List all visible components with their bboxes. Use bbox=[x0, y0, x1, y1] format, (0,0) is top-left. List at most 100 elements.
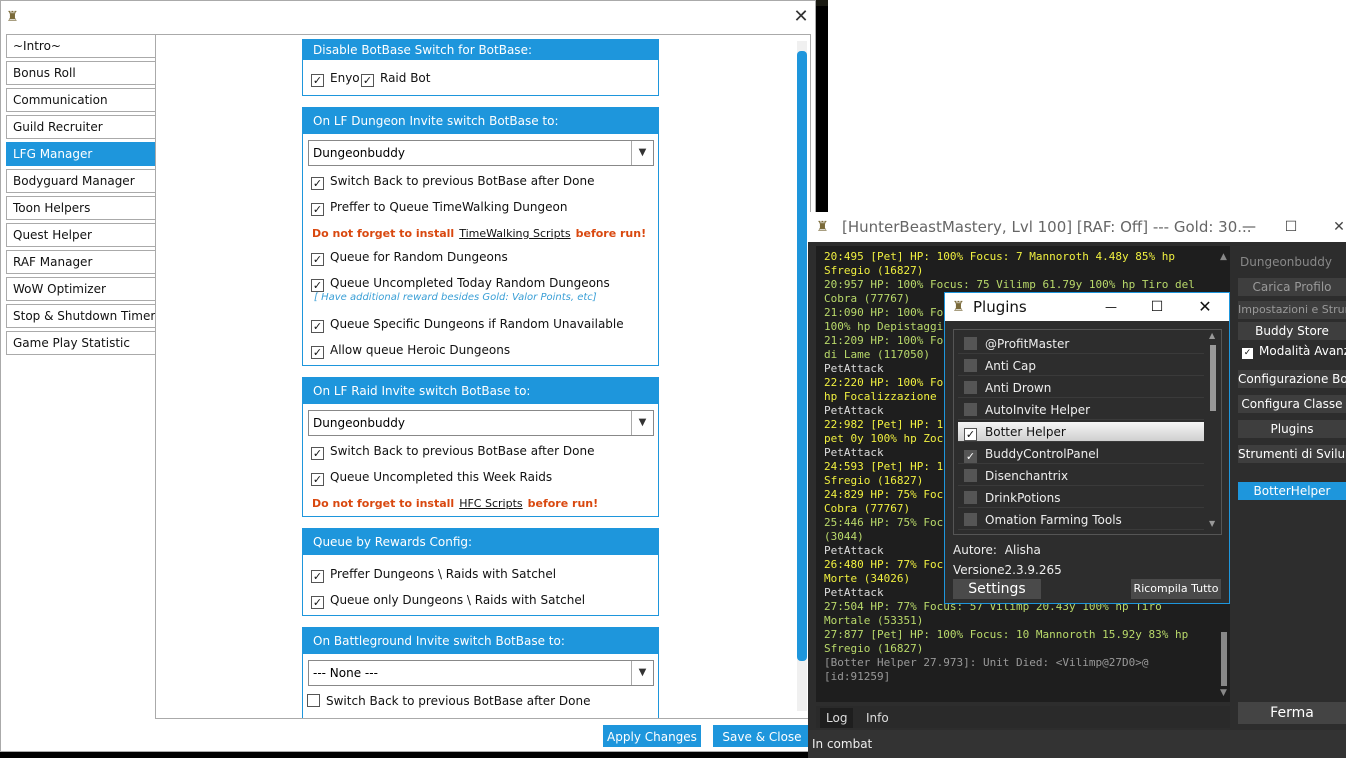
advanced-mode-toggle[interactable]: ✓ Modalità Avanzata bbox=[1242, 344, 1346, 359]
checkbox-switch-back-raid[interactable]: ✓ Switch Back to previous BotBase after D… bbox=[311, 442, 595, 460]
close-icon[interactable]: ✕ bbox=[1195, 293, 1215, 321]
checkbox-enyo[interactable]: ✓ Enyo bbox=[311, 69, 360, 87]
checkbox-unchecked-icon[interactable] bbox=[964, 513, 977, 526]
scroll-thumb[interactable] bbox=[797, 51, 807, 661]
maximize-icon[interactable]: ☐ bbox=[1147, 293, 1167, 321]
scroll-up-icon[interactable]: ▲ bbox=[1220, 252, 1227, 262]
checkbox-label: Enyo bbox=[330, 71, 360, 85]
save-close-button[interactable]: Save & Close bbox=[713, 725, 811, 747]
checkbox-checked-icon[interactable]: ✓ bbox=[964, 450, 977, 463]
botterhelper-button[interactable]: BotterHelper bbox=[1238, 482, 1346, 500]
close-icon[interactable]: ✕ bbox=[1324, 212, 1346, 242]
checkbox-queue-specific[interactable]: ✓ Queue Specific Dungeons if Random Unava… bbox=[311, 315, 624, 333]
checkbox-checked-icon[interactable]: ✓ bbox=[964, 428, 977, 441]
checkbox-raid-bot[interactable]: ✓ Raid Bot bbox=[361, 69, 430, 87]
botbase-select[interactable]: Dungeonbuddy bbox=[1238, 253, 1346, 271]
scroll-down-icon[interactable]: ▼ bbox=[1220, 688, 1227, 698]
buddy-store-button[interactable]: Buddy Store bbox=[1238, 322, 1346, 340]
dev-tools-button[interactable]: Strumenti di Sviluppo bbox=[1238, 445, 1346, 463]
status-text: In combat bbox=[812, 737, 873, 751]
sidebar-item-raf-manager[interactable]: RAF Manager bbox=[6, 250, 156, 274]
settings-button[interactable]: Settings bbox=[953, 579, 1041, 599]
scroll-up-icon[interactable]: ▲ bbox=[1209, 331, 1215, 340]
checkbox-only-satchel[interactable]: ✓ Queue only Dungeons \ Raids with Satche… bbox=[311, 591, 585, 609]
plugin-item[interactable]: Omation Farming Tools bbox=[958, 510, 1204, 530]
plugin-item[interactable]: Anti Drown bbox=[958, 378, 1204, 398]
sidebar-item-game-play-statistic[interactable]: Game Play Statistic bbox=[6, 331, 156, 355]
checkbox-checked-icon: ✓ bbox=[311, 447, 324, 460]
checkbox-label: Queue for Random Dungeons bbox=[330, 250, 508, 264]
settings-tools-button[interactable]: Impostazioni e Strumenti bbox=[1238, 301, 1346, 319]
checkbox-unchecked-icon[interactable] bbox=[964, 491, 977, 504]
checkbox-preffer-timewalking[interactable]: ✓ Preffer to Queue TimeWalking Dungeon bbox=[311, 198, 567, 216]
checkbox-label: Queue Uncompleted this Week Raids bbox=[330, 470, 553, 484]
dungeon-botbase-select[interactable]: Dungeonbuddy ▼ bbox=[308, 140, 654, 166]
load-profile-button[interactable]: Carica Profilo bbox=[1238, 278, 1346, 296]
sidebar-item-guild-recruiter[interactable]: Guild Recruiter bbox=[6, 115, 156, 139]
app-icon: ♜ bbox=[952, 299, 965, 315]
checkbox-unchecked-icon[interactable] bbox=[964, 403, 977, 416]
scroll-thumb[interactable] bbox=[1221, 632, 1227, 686]
scroll-thumb[interactable] bbox=[1210, 345, 1216, 411]
checkbox-switch-back-dungeon[interactable]: ✓ Switch Back to previous BotBase after D… bbox=[311, 172, 595, 190]
maximize-icon[interactable]: ☐ bbox=[1276, 212, 1306, 242]
plugin-author: Autore: Alisha bbox=[953, 543, 1041, 557]
sidebar-item-wow-optimizer[interactable]: WoW Optimizer bbox=[6, 277, 156, 301]
sidebar-item-stop-shutdown-timers[interactable]: Stop & Shutdown Timers bbox=[6, 304, 156, 328]
plugin-item[interactable]: ✓ Botter Helper bbox=[958, 422, 1204, 442]
plugin-item[interactable]: Anti Cap bbox=[958, 356, 1204, 376]
plugin-item[interactable]: @ProfitMaster bbox=[958, 334, 1204, 354]
hfc-scripts-link[interactable]: HFC Scripts bbox=[459, 497, 522, 510]
minimize-icon[interactable]: — bbox=[1234, 212, 1264, 242]
checkbox-unchecked-icon bbox=[307, 694, 320, 707]
checkbox-checked-icon: ✓ bbox=[311, 279, 324, 292]
sidebar-item-toon-helpers[interactable]: Toon Helpers bbox=[6, 196, 156, 220]
checkbox-unchecked-icon[interactable] bbox=[964, 469, 977, 482]
plugins-button[interactable]: Plugins bbox=[1238, 420, 1346, 438]
checkbox-queue-week-raids[interactable]: ✓ Queue Uncompleted this Week Raids bbox=[311, 468, 552, 486]
plugins-list-scrollbar[interactable]: ▲ ▼ bbox=[1209, 331, 1217, 531]
content-scrollbar[interactable] bbox=[797, 41, 807, 711]
checkbox-switch-back-bg[interactable]: Switch Back to previous BotBase after Do… bbox=[307, 692, 591, 710]
group-queue-by-rewards: Queue by Rewards Config: ✓ Preffer Dungeo… bbox=[302, 528, 659, 616]
checkbox-unchecked-icon[interactable] bbox=[964, 359, 977, 372]
sidebar-item-bonus-roll[interactable]: Bonus Roll bbox=[6, 61, 156, 85]
checkbox-checked-icon: ✓ bbox=[311, 74, 324, 87]
config-bot-button[interactable]: Configurazione Bot bbox=[1238, 370, 1346, 388]
plugin-item[interactable]: AutoInvite Helper bbox=[958, 400, 1204, 420]
checkbox-preffer-satchel[interactable]: ✓ Preffer Dungeons \ Raids with Satchel bbox=[311, 565, 556, 583]
checkbox-queue-random[interactable]: ✓ Queue for Random Dungeons bbox=[311, 248, 508, 266]
recompile-all-button[interactable]: Ricompila Tutto bbox=[1131, 579, 1221, 599]
sidebar-item-intro[interactable]: ~Intro~ bbox=[6, 34, 156, 58]
tab-log[interactable]: Log bbox=[820, 708, 854, 728]
group-title: Queue by Rewards Config: bbox=[303, 529, 658, 555]
timewalking-scripts-link[interactable]: TimeWalking Scripts bbox=[459, 227, 570, 240]
plugin-name: Omation Farming Tools bbox=[985, 513, 1122, 527]
scroll-down-icon[interactable]: ▼ bbox=[1209, 519, 1215, 528]
checkbox-checked-icon: ✓ bbox=[311, 177, 324, 190]
sidebar-item-bodyguard-manager[interactable]: Bodyguard Manager bbox=[6, 169, 156, 193]
checkbox-queue-uncompleted-today[interactable]: ✓ Queue Uncompleted Today Random Dungeons bbox=[311, 274, 610, 292]
timewalking-warning: Do not forget to install TimeWalking Scri… bbox=[312, 224, 646, 242]
plugin-item[interactable]: ✓ BuddyControlPanel bbox=[958, 444, 1204, 464]
checkbox-unchecked-icon[interactable] bbox=[964, 337, 977, 350]
sidebar-item-quest-helper[interactable]: Quest Helper bbox=[6, 223, 156, 247]
plugin-item[interactable]: DrinkPotions bbox=[958, 488, 1204, 508]
checkbox-allow-heroic[interactable]: ✓ Allow queue Heroic Dungeons bbox=[311, 341, 510, 359]
config-class-button[interactable]: Configura Classe bbox=[1238, 395, 1346, 413]
apply-changes-button[interactable]: Apply Changes bbox=[603, 725, 701, 747]
checkbox-unchecked-icon[interactable] bbox=[964, 381, 977, 394]
close-icon[interactable]: ✕ bbox=[791, 7, 811, 27]
sidebar-item-lfg-manager[interactable]: LFG Manager bbox=[6, 142, 156, 166]
checkbox-label: Allow queue Heroic Dungeons bbox=[330, 343, 511, 357]
battleground-botbase-select[interactable]: --- None --- ▼ bbox=[308, 660, 654, 686]
group-title: On Battleground Invite switch BotBase to… bbox=[303, 628, 658, 654]
hfc-warning: Do not forget to install HFC Scripts befor… bbox=[312, 494, 598, 512]
raid-botbase-select[interactable]: Dungeonbuddy ▼ bbox=[308, 410, 654, 436]
tab-info[interactable]: Info bbox=[860, 708, 895, 728]
plugin-item[interactable]: Disenchantrix bbox=[958, 466, 1204, 486]
minimize-icon[interactable]: — bbox=[1101, 293, 1121, 321]
plugins-list: @ProfitMaster Anti Cap Anti Drown AutoInvit… bbox=[953, 329, 1222, 535]
sidebar-item-communication[interactable]: Communication bbox=[6, 88, 156, 112]
stop-button[interactable]: Ferma bbox=[1238, 702, 1346, 724]
